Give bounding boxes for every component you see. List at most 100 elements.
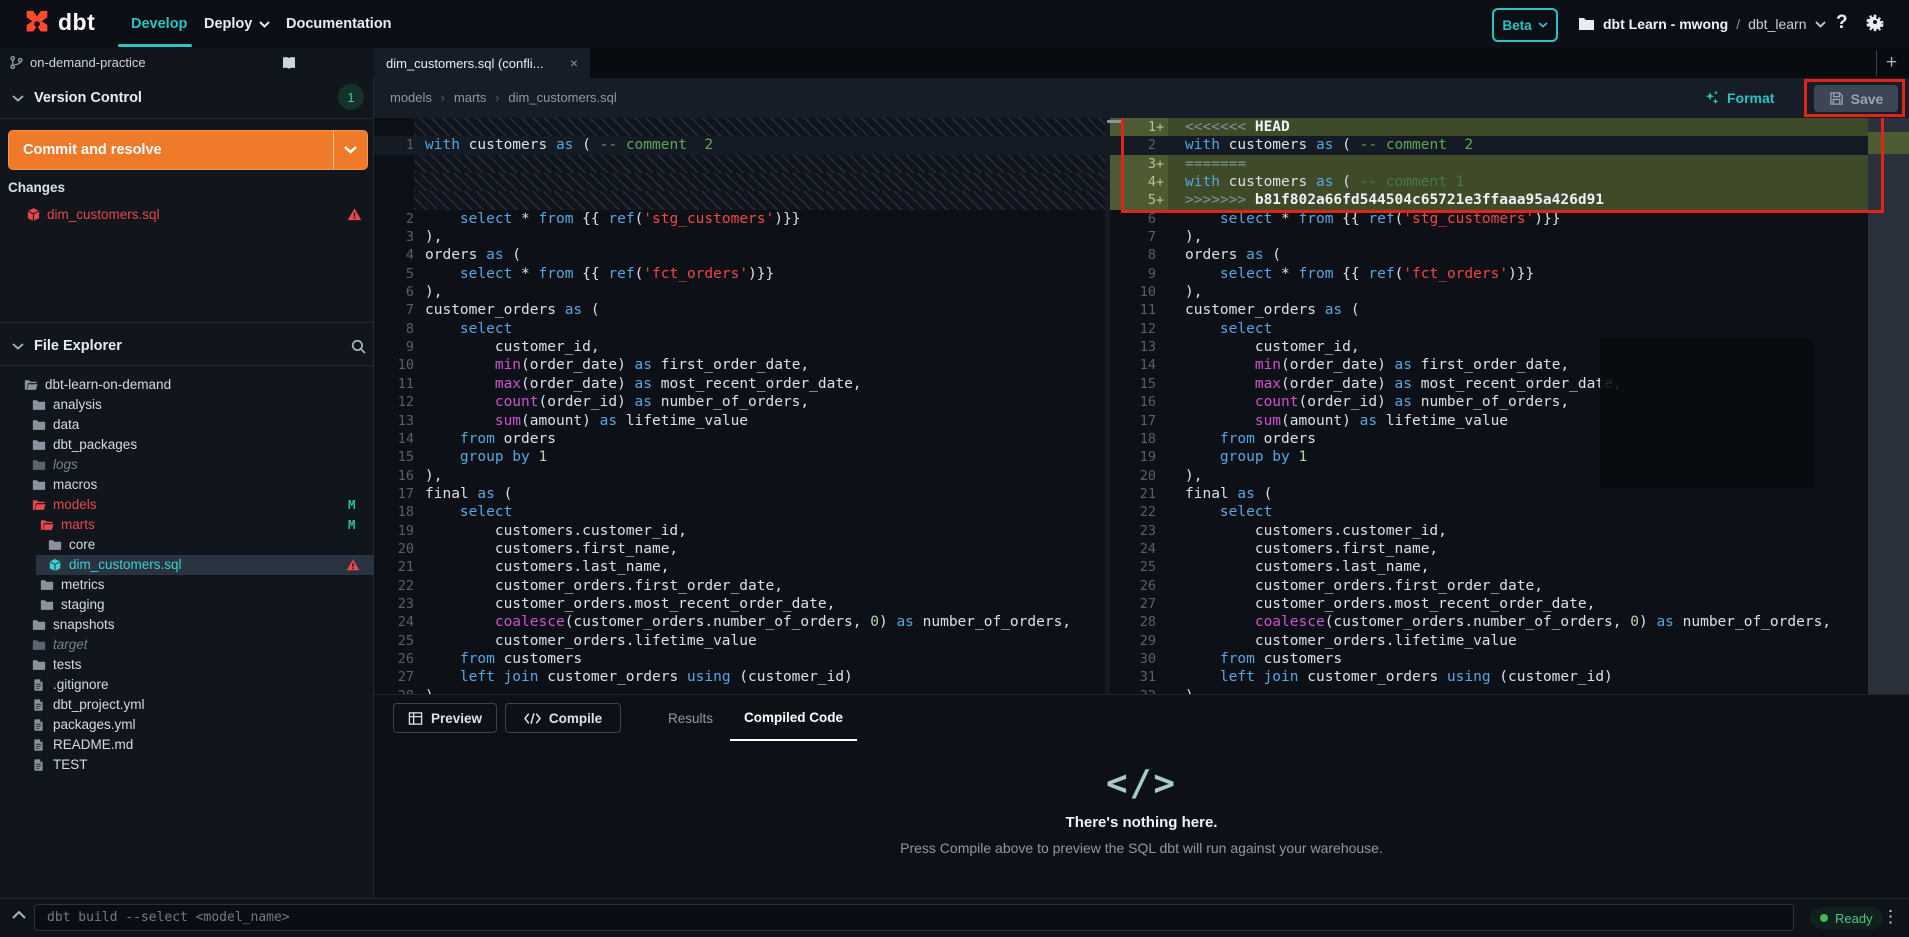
code-line[interactable]: 26 customer_orders.first_order_date,	[1110, 577, 1868, 595]
code-line[interactable]: 18 select	[374, 503, 1105, 521]
code-line[interactable]: 2with customers as ( -- comment 2	[1110, 136, 1868, 154]
code-line[interactable]: 22 customer_orders.first_order_date,	[374, 577, 1105, 595]
dbt-logo-icon[interactable]	[22, 9, 52, 39]
tree-item--gitignore[interactable]: .gitignore	[0, 675, 374, 695]
help-icon[interactable]: ?	[1836, 12, 1848, 34]
compile-button[interactable]: Compile	[505, 703, 621, 733]
code-line[interactable]: 30 from customers	[1110, 650, 1868, 668]
close-icon[interactable]: ×	[570, 55, 578, 71]
code-line[interactable]: 5+>>>>>>> b81f802a66fd544504c65721e3ffaa…	[1110, 191, 1868, 209]
file-explorer-header[interactable]: File Explorer	[0, 328, 374, 364]
tree-item-core[interactable]: core	[0, 535, 374, 555]
code-line[interactable]: 8 select	[374, 320, 1105, 338]
kebab-menu-icon[interactable]: ⋮	[1882, 907, 1899, 927]
code-line[interactable]: 26 from customers	[374, 650, 1105, 668]
commit-dropdown-chevron-icon[interactable]	[334, 131, 367, 169]
breadcrumb-item[interactable]: models	[390, 90, 432, 105]
code-line[interactable]: 5 select * from {{ ref('fct_orders')}}	[374, 265, 1105, 283]
code-line[interactable]: 25 customer_orders.lifetime_value	[374, 632, 1105, 650]
code-line[interactable]: 27 customer_orders.most_recent_order_dat…	[1110, 595, 1868, 613]
dbt-logo-text[interactable]: dbt	[58, 9, 95, 36]
code-line[interactable]: 1+<<<<<<< HEAD	[1110, 118, 1868, 136]
code-line[interactable]: 9 customer_id,	[374, 338, 1105, 356]
code-line[interactable]: 6 select * from {{ ref('stg_customers')}…	[1110, 210, 1868, 228]
nav-item-develop[interactable]: Develop	[131, 0, 187, 48]
code-line[interactable]: 19 customers.customer_id,	[374, 522, 1105, 540]
code-line[interactable]: 10 min(order_date) as first_order_date,	[374, 356, 1105, 374]
code-line[interactable]: 23 customer_orders.most_recent_order_dat…	[374, 595, 1105, 613]
code-line[interactable]: 7),	[1110, 228, 1868, 246]
version-control-header[interactable]: Version Control 1	[0, 80, 374, 116]
code-line[interactable]: 3),	[374, 228, 1105, 246]
breadcrumb-item[interactable]: marts	[454, 90, 487, 105]
tree-item-packages-yml[interactable]: packages.yml	[0, 715, 374, 735]
tree-item-dim-customers-sql[interactable]: dim_customers.sql	[0, 555, 374, 575]
code-line[interactable]: 4+with customers as ( -- comment 1	[1110, 173, 1868, 191]
preview-button[interactable]: Preview	[393, 703, 497, 733]
code-line[interactable]: 11 max(order_date) as most_recent_order_…	[374, 375, 1105, 393]
code-line[interactable]: 4orders as (	[374, 246, 1105, 264]
tree-item-logs[interactable]: logs	[0, 455, 374, 475]
tree-item-macros[interactable]: macros	[0, 475, 374, 495]
docs-book-icon[interactable]	[281, 55, 297, 71]
code-line[interactable]: 14 from orders	[374, 430, 1105, 448]
code-line[interactable]: 17final as (	[374, 485, 1105, 503]
breadcrumb-item[interactable]: dim_customers.sql	[508, 90, 616, 105]
tree-item-models[interactable]: modelsM	[0, 495, 374, 515]
code-line[interactable]: 3+=======	[1110, 155, 1868, 173]
code-line[interactable]: 31 left join customer_orders using (cust…	[1110, 668, 1868, 686]
fold-marker[interactable]	[1107, 120, 1122, 123]
code-line[interactable]: 32)	[1110, 687, 1868, 694]
commit-and-resolve-button[interactable]: Commit and resolve	[8, 130, 368, 170]
code-line[interactable]: 20 customers.first_name,	[374, 540, 1105, 558]
project-selector[interactable]: dbt Learn - mwong / dbt_learn	[1578, 0, 1826, 48]
tree-item-dbt-project-yml[interactable]: dbt_project.yml	[0, 695, 374, 715]
tree-item-snapshots[interactable]: snapshots	[0, 615, 374, 635]
tree-item-data[interactable]: data	[0, 415, 374, 435]
code-line[interactable]: 13 sum(amount) as lifetime_value	[374, 412, 1105, 430]
code-line[interactable]: 23 customers.customer_id,	[1110, 522, 1868, 540]
nav-item-deploy[interactable]: Deploy	[204, 0, 270, 48]
tree-item-dbt-learn-on-demand[interactable]: dbt-learn-on-demand	[0, 375, 374, 395]
code-line[interactable]: 9 select * from {{ ref('fct_orders')}}	[1110, 265, 1868, 283]
diff-filler-row[interactable]	[374, 173, 1105, 191]
tab-dim-customers[interactable]: dim_customers.sql (confli... ×	[374, 48, 590, 78]
code-line[interactable]: 7customer_orders as (	[374, 301, 1105, 319]
code-line[interactable]: 25 customers.last_name,	[1110, 558, 1868, 576]
code-line[interactable]: 21 customers.last_name,	[374, 558, 1105, 576]
changed-file-row[interactable]: dim_customers.sql	[0, 204, 374, 226]
overview-ruler[interactable]	[1868, 118, 1909, 694]
nav-item-documentation[interactable]: Documentation	[286, 0, 392, 48]
code-line[interactable]: 27 left join customer_orders using (cust…	[374, 668, 1105, 686]
chevron-up-icon[interactable]	[11, 910, 27, 926]
gear-icon[interactable]	[1864, 11, 1886, 33]
search-icon[interactable]	[350, 338, 367, 355]
tree-item-staging[interactable]: staging	[0, 595, 374, 615]
code-line[interactable]: 15 group by 1	[374, 448, 1105, 466]
tree-item-readme-md[interactable]: README.md	[0, 735, 374, 755]
code-line[interactable]: 29 customer_orders.lifetime_value	[1110, 632, 1868, 650]
save-button[interactable]: Save	[1814, 85, 1898, 112]
diff-pane-original[interactable]: 1with customers as ( -- comment 22 selec…	[374, 118, 1105, 694]
tree-item-target[interactable]: target	[0, 635, 374, 655]
tree-item-analysis[interactable]: analysis	[0, 395, 374, 415]
code-line[interactable]: 6),	[374, 283, 1105, 301]
tree-item-metrics[interactable]: metrics	[0, 575, 374, 595]
code-line[interactable]: 24 coalesce(customer_orders.number_of_or…	[374, 613, 1105, 631]
beta-button[interactable]: Beta	[1492, 8, 1558, 42]
code-line[interactable]: 12 select	[1110, 320, 1868, 338]
tab-compiled-code[interactable]: Compiled Code	[730, 695, 857, 741]
dbt-command-input[interactable]: dbt build --select <model_name>	[34, 904, 1794, 931]
tree-item-test[interactable]: TEST	[0, 755, 374, 775]
tab-results[interactable]: Results	[654, 695, 727, 741]
code-line[interactable]: 8orders as (	[1110, 246, 1868, 264]
code-line[interactable]: 12 count(order_id) as number_of_orders,	[374, 393, 1105, 411]
diff-filler-row[interactable]	[374, 191, 1105, 209]
code-line[interactable]: 28)	[374, 687, 1105, 694]
code-line[interactable]: 10),	[1110, 283, 1868, 301]
tree-item-tests[interactable]: tests	[0, 655, 374, 675]
format-button[interactable]: Format	[1704, 86, 1774, 110]
code-line[interactable]: 28 coalesce(customer_orders.number_of_or…	[1110, 613, 1868, 631]
branch-name[interactable]: on-demand-practice	[30, 55, 146, 70]
code-line[interactable]: 24 customers.first_name,	[1110, 540, 1868, 558]
